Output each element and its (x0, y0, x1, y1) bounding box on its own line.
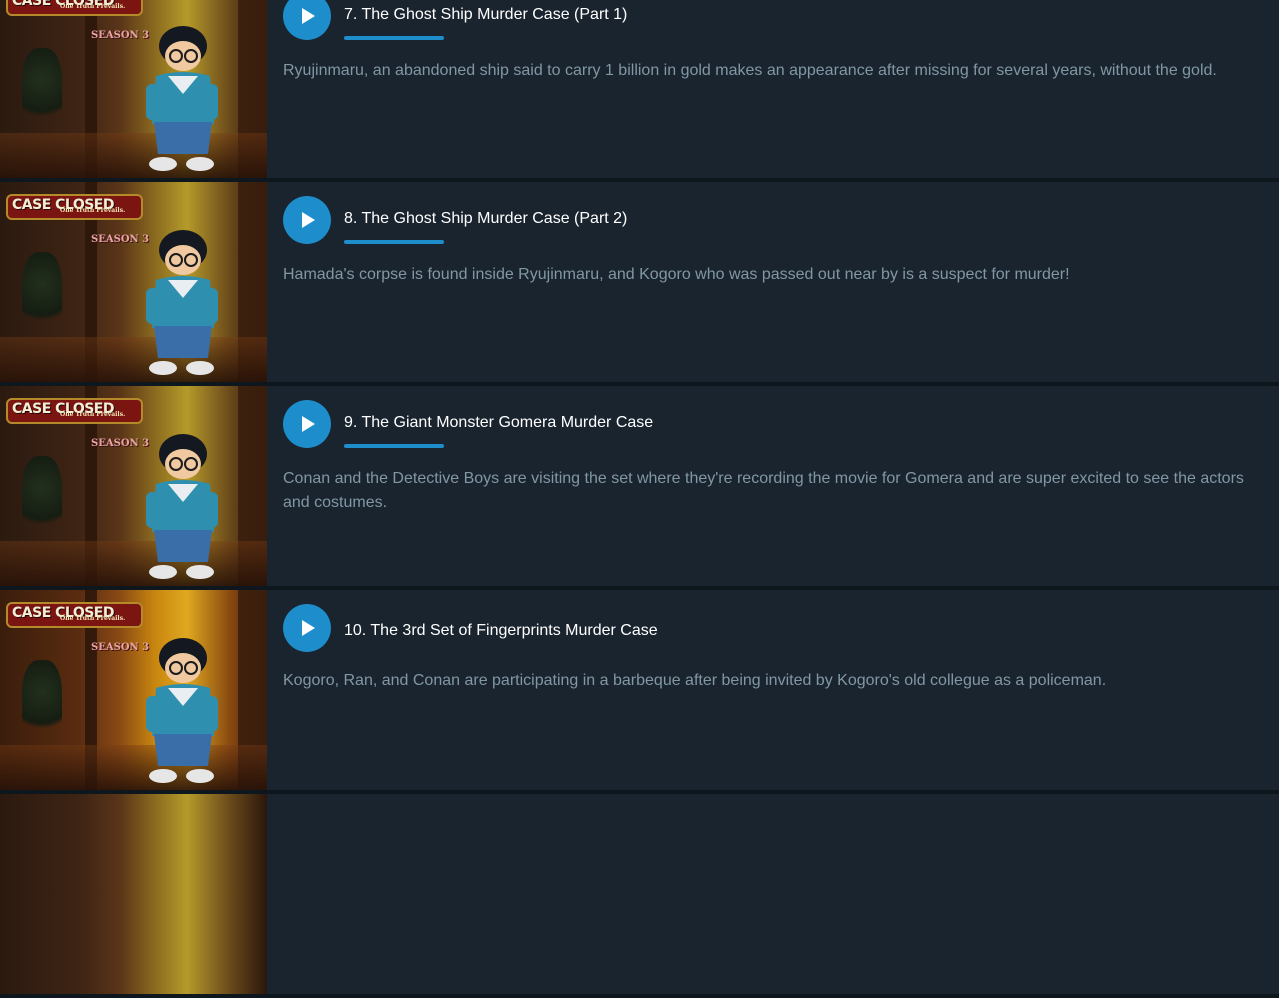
play-button[interactable] (283, 0, 331, 40)
progress-bar (344, 444, 444, 448)
thumbnail-plant (22, 252, 62, 332)
episode-description: Ryujinmaru, an abandoned ship said to ca… (283, 62, 1217, 79)
thumbnail-plant (22, 660, 62, 740)
episode-thumbnail[interactable]: CASE CLOSED One Truth Prevails. SEASON 3 (0, 590, 267, 790)
episode-row-9[interactable]: CASE CLOSED One Truth Prevails. SEASON 3 (0, 386, 1279, 586)
series-logo-subtitle: One Truth Prevails. (60, 207, 126, 214)
episode-info: 8. The Ghost Ship Murder Case (Part 2) H… (267, 182, 1279, 382)
episode-thumbnail[interactable]: CASE CLOSED One Truth Prevails. SEASON 3 (0, 386, 267, 586)
play-button[interactable] (283, 604, 331, 652)
episode-info: 10. The 3rd Set of Fingerprints Murder C… (267, 590, 1279, 790)
episode-row-10[interactable]: CASE CLOSED One Truth Prevails. SEASON 3 (0, 590, 1279, 790)
episode-thumbnail[interactable]: CASE CLOSED One Truth Prevails. SEASON 3 (0, 0, 267, 178)
episode-list: CASE CLOSED One Truth Prevails. SEASON 3 (0, 0, 1279, 998)
character-illustration (146, 434, 218, 579)
play-button[interactable] (283, 400, 331, 448)
play-icon (302, 212, 315, 228)
episode-thumbnail[interactable] (0, 794, 267, 994)
episode-title[interactable]: 8. The Ghost Ship Murder Case (Part 2) (344, 210, 627, 228)
episode-info (267, 794, 1279, 994)
episode-title[interactable]: 9. The Giant Monster Gomera Murder Case (344, 414, 653, 432)
episode-title[interactable]: 7. The Ghost Ship Murder Case (Part 1) (344, 6, 627, 24)
episode-row-next[interactable] (0, 794, 1279, 994)
episode-row-7[interactable]: CASE CLOSED One Truth Prevails. SEASON 3 (0, 0, 1279, 178)
thumbnail-plant (22, 48, 62, 128)
character-illustration (146, 26, 218, 171)
episode-info: 7. The Ghost Ship Murder Case (Part 1) R… (267, 0, 1279, 178)
play-button[interactable] (283, 196, 331, 244)
play-icon (302, 8, 315, 24)
series-logo-subtitle: One Truth Prevails. (60, 411, 126, 418)
series-logo-subtitle: One Truth Prevails. (60, 3, 126, 10)
play-icon (302, 416, 315, 432)
thumbnail-plant (22, 456, 62, 536)
progress-bar (344, 240, 444, 244)
character-illustration (146, 638, 218, 783)
character-illustration (146, 230, 218, 375)
episode-info: 9. The Giant Monster Gomera Murder Case … (267, 386, 1279, 586)
episode-description: Conan and the Detective Boys are visitin… (283, 470, 1244, 511)
episode-thumbnail[interactable]: CASE CLOSED One Truth Prevails. SEASON 3 (0, 182, 267, 382)
series-logo-subtitle: One Truth Prevails. (60, 615, 126, 622)
episode-row-8[interactable]: CASE CLOSED One Truth Prevails. SEASON 3 (0, 182, 1279, 382)
episode-title[interactable]: 10. The 3rd Set of Fingerprints Murder C… (344, 622, 658, 640)
episode-description: Kogoro, Ran, and Conan are participating… (283, 672, 1107, 689)
play-icon (302, 620, 315, 636)
progress-bar (344, 36, 444, 40)
episode-description: Hamada's corpse is found inside Ryujinma… (283, 266, 1070, 283)
